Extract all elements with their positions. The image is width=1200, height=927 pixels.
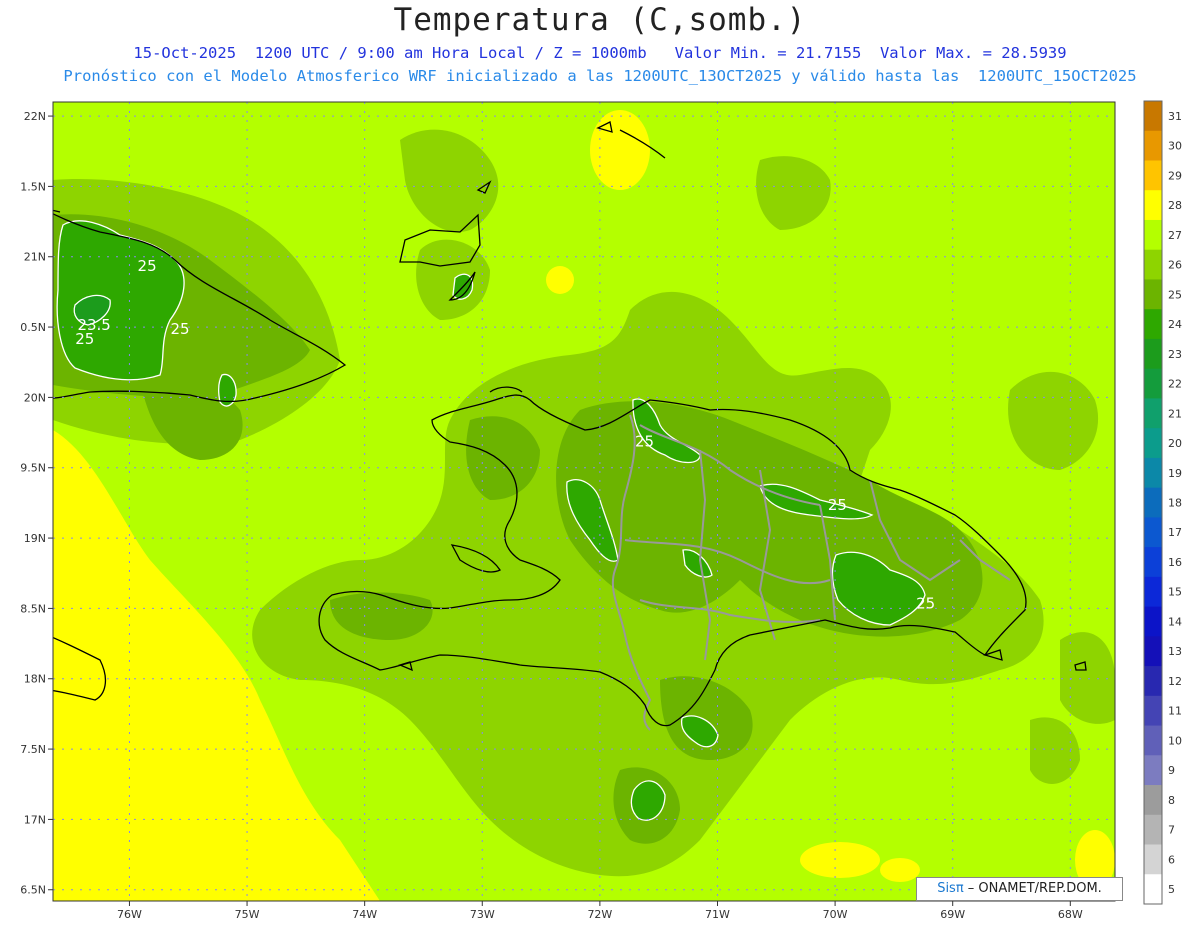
lon-tick-label: 74W [352,908,377,921]
map-plot-area [53,102,1115,901]
colorbar-label: 5 [1168,883,1175,896]
colorbar-label: 9 [1168,764,1175,777]
colorbar-label: 7 [1168,824,1175,837]
colorbar-label: 23 [1168,348,1182,361]
colorbar-label: 28 [1168,199,1182,212]
colorbar-swatch [1144,279,1162,310]
temperature-map: 76W 75W 74W 73W 72W 71W 70W 69W 68W 22N 1.5N 21N 0.5… [20,100,1182,921]
colorbar-swatch [1144,457,1162,489]
colorbar-label: 12 [1168,675,1182,688]
colorbar-label: 30 [1168,140,1182,153]
lat-tick-label: 21N [24,251,46,264]
lat-tick-label: 6.5N [20,884,46,897]
lat-tick-label: 17N [24,813,46,826]
colorbar-label: 15 [1168,586,1182,599]
colorbar-swatch [1144,249,1162,280]
colorbar-swatch [1144,338,1162,370]
colorbar-swatch [1144,428,1162,459]
lat-tick-label: 18N [24,673,46,686]
lon-tick-label: 69W [940,908,965,921]
contour-label: 25 [635,433,654,451]
lat-tick-label: 20N [24,391,46,404]
lon-tick-label: 72W [587,908,612,921]
contour-label: 25 [916,594,935,612]
colorbar-swatch [1144,190,1162,221]
colorbar-label: 22 [1168,378,1182,391]
colorbar-swatch [1144,368,1162,399]
lat-tick-label: 1.5N [20,180,46,193]
colorbar-swatch [1144,309,1162,340]
colorbar-swatch [1144,398,1162,429]
colorbar-swatch [1144,219,1162,251]
colorbar-swatch [1144,666,1162,697]
colorbar-swatch [1144,160,1162,191]
lat-tick-label: 0.5N [20,321,46,334]
colorbar: 31 30 29 28 27 26 25 24 23 22 21 20 19 18 17 16 15 14 13 12… [1143,100,1182,905]
lon-tick-label: 71W [705,908,730,921]
lon-tick-label: 68W [1058,908,1083,921]
colorbar-swatch [1144,695,1162,727]
colorbar-label: 6 [1168,853,1175,866]
colorbar-label: 10 [1168,734,1182,747]
colorbar-swatch [1144,844,1162,875]
credit-text: – ONAMET/REP.DOM. [963,881,1102,896]
colorbar-swatch [1144,874,1162,905]
colorbar-label: 21 [1168,407,1182,420]
colorbar-label: 27 [1168,229,1182,242]
sispi-logo: Sisπ [937,881,964,896]
lat-tick-label: 7.5N [20,743,46,756]
colorbar-swatch [1144,606,1162,637]
contour-label: 25 [75,330,94,348]
colorbar-swatch [1144,636,1162,667]
colorbar-label: 8 [1168,794,1175,807]
colorbar-label: 25 [1168,288,1182,301]
contour-label: 25 [138,257,157,275]
colorbar-label: 14 [1168,615,1182,628]
colorbar-swatch [1144,814,1162,846]
colorbar-swatch [1144,785,1162,816]
colorbar-label: 29 [1168,169,1182,182]
contour-label: 25 [828,496,847,514]
colorbar-label: 31 [1168,110,1182,123]
colorbar-swatch [1144,517,1162,548]
colorbar-label: 16 [1168,556,1182,569]
credit-box: Sisπ – ONAMET/REP.DOM. [916,877,1123,901]
colorbar-label: 17 [1168,526,1182,539]
lon-tick-label: 76W [117,908,142,921]
lon-tick-label: 73W [470,908,495,921]
colorbar-swatch [1144,487,1162,518]
colorbar-label: 13 [1168,645,1182,658]
lat-tick-label: 22N [24,110,46,123]
colorbar-label: 26 [1168,259,1182,272]
colorbar-label: 18 [1168,497,1182,510]
lon-tick-label: 70W [823,908,848,921]
lat-tick-label: 8.5N [20,602,46,615]
lat-tick-label: 19N [24,532,46,545]
colorbar-label: 24 [1168,318,1182,331]
colorbar-label: 11 [1168,705,1182,718]
colorbar-swatch [1144,725,1162,756]
colorbar-swatch [1144,547,1162,578]
colorbar-swatch [1144,755,1162,786]
contour-label: 25 [170,320,189,338]
colorbar-swatch [1144,130,1162,161]
colorbar-swatch [1144,576,1162,608]
lat-tick-label: 9.5N [20,462,46,475]
colorbar-swatch [1144,101,1162,132]
colorbar-label: 19 [1168,467,1182,480]
colorbar-label: 20 [1168,437,1182,450]
lon-tick-label: 75W [235,908,260,921]
